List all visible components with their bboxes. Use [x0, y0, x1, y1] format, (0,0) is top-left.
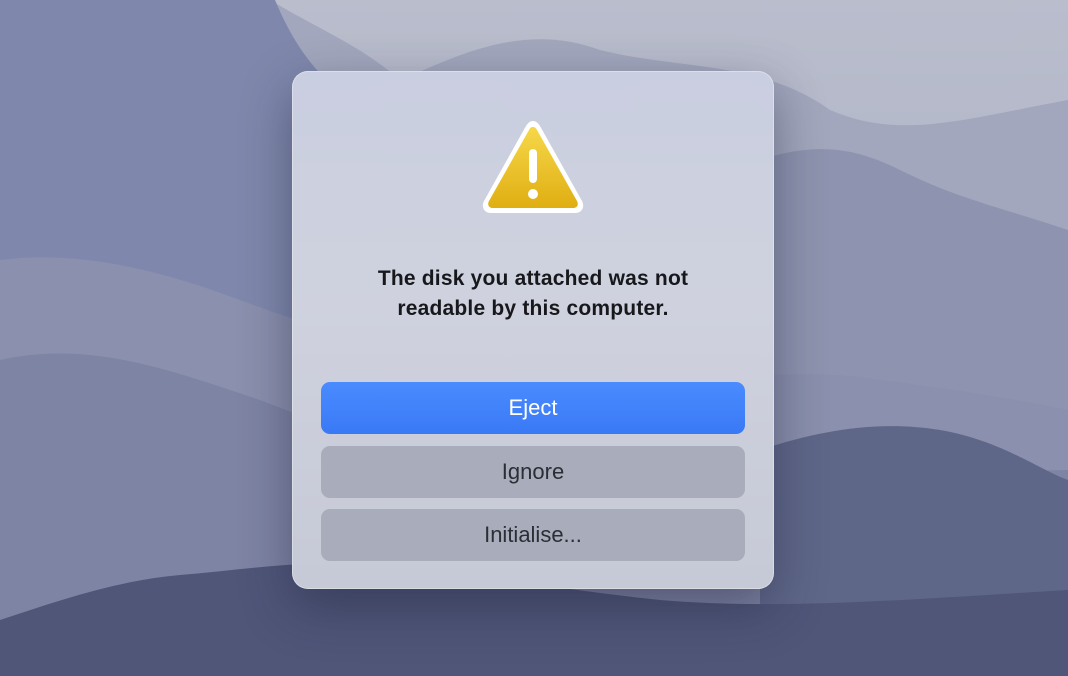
initialise-button[interactable]: Initialise...	[321, 509, 745, 561]
desktop: The disk you attached was not readable b…	[0, 0, 1068, 676]
eject-button[interactable]: Eject	[321, 382, 745, 434]
alert-message-line1: The disk you attached was not	[377, 267, 689, 290]
warning-triangle-icon	[482, 121, 584, 213]
alert-message: The disk you attached was not readable b…	[322, 264, 744, 324]
alert-message-line2: readable by this computer.	[397, 297, 669, 320]
alert-dialog: The disk you attached was not readable b…	[292, 71, 774, 589]
ignore-button[interactable]: Ignore	[321, 446, 745, 498]
